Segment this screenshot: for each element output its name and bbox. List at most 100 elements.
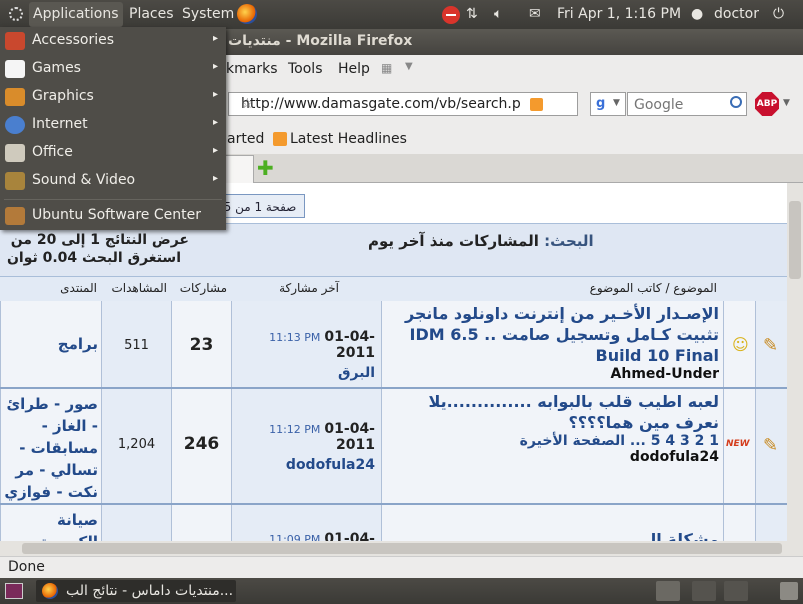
- bookmark-star-icon[interactable]: ☆: [241, 96, 527, 112]
- power-icon[interactable]: ⏻: [773, 6, 784, 22]
- page-indicator[interactable]: صفحة 1 من 5: [215, 194, 305, 218]
- url-bar[interactable]: http://www.damasgate.com/vb/search.p ☆: [228, 92, 578, 116]
- taskbar-firefox-window[interactable]: منتديات داماس - نتائج الب...: [36, 580, 236, 602]
- page-content: صفحة 1 من 5 البحث: المشاركات منذ آخر يوم…: [0, 183, 787, 541]
- last-post-cell: 11:09 PM01-04-2011: [231, 505, 381, 541]
- topic-author[interactable]: dodofula24: [386, 449, 719, 465]
- places-menu[interactable]: Places: [129, 6, 174, 22]
- col-last-post[interactable]: آخر مشاركة: [279, 281, 339, 295]
- col-views[interactable]: المشاهدات: [111, 281, 167, 295]
- user-name[interactable]: doctor: [714, 6, 759, 22]
- menu-bookmarks[interactable]: kmarks: [226, 61, 277, 77]
- table-row: مشكلة الـ ... 11:09 PM01-04-2011 صيانة ا…: [0, 505, 787, 541]
- topic-title-link[interactable]: مشكلة الـ ...: [386, 529, 719, 541]
- bookmark-getting-started[interactable]: arted: [227, 131, 264, 147]
- chevron-down-icon: ▼: [613, 98, 620, 108]
- firefox-launcher-icon[interactable]: [237, 4, 257, 24]
- status-text: Done: [8, 559, 45, 575]
- rss-feed-icon[interactable]: [530, 98, 543, 111]
- forum-name[interactable]: الكمبيوتر: [1, 531, 98, 541]
- last-post-user[interactable]: البرق: [232, 365, 375, 381]
- accessories-icon: [5, 32, 25, 50]
- applications-menu[interactable]: Applications: [29, 2, 123, 27]
- vertical-scroll-thumb[interactable]: [789, 201, 801, 279]
- forum-name[interactable]: نكت - فوازي: [1, 481, 98, 503]
- taskbar-window-label: منتديات داماس - نتائج الب...: [66, 583, 234, 599]
- network-icon[interactable]: ⇅: [466, 6, 478, 22]
- workspace-2[interactable]: [692, 581, 716, 601]
- row-icon-cell: ☺: [723, 301, 755, 387]
- bookmark-latest-headlines[interactable]: Latest Headlines: [290, 131, 407, 147]
- forum-name[interactable]: برامج: [0, 301, 101, 387]
- menu-item-label: Sound & Video: [32, 172, 136, 188]
- trash-icon[interactable]: [780, 582, 798, 600]
- search-input[interactable]: [632, 96, 726, 114]
- last-post-user[interactable]: dodofula24: [232, 457, 375, 473]
- row-status-cell: ✎: [755, 389, 787, 503]
- menu-tools[interactable]: Tools: [288, 61, 323, 77]
- last-post-date: 01-04-2011: [324, 421, 375, 453]
- forum-name[interactable]: صيانة: [1, 509, 98, 531]
- col-replies[interactable]: مشاركات: [180, 281, 227, 295]
- graphics-icon: [5, 88, 25, 106]
- topic-pages[interactable]: 1 2 3 4 5 ... الصفحة الأخيرة: [386, 433, 719, 449]
- search-box[interactable]: [627, 92, 747, 116]
- replies-count[interactable]: 23: [171, 301, 231, 387]
- volume-icon[interactable]: 🔈︎: [494, 6, 502, 22]
- last-post-cell: 11:13 PM 01-04-2011 البرق: [231, 301, 381, 387]
- google-icon: g: [596, 96, 606, 111]
- adblock-icon[interactable]: ABP: [755, 92, 779, 116]
- menu-extra-arrow-icon[interactable]: ▼: [405, 61, 413, 72]
- menu-item-software-center[interactable]: Ubuntu Software Center: [0, 202, 226, 230]
- views-count: 1,204: [101, 389, 171, 503]
- mail-icon[interactable]: ✉: [529, 6, 541, 22]
- horizontal-scroll-thumb[interactable]: [22, 543, 782, 554]
- topic-title-link[interactable]: الإصـدار الأخـير من إنترنت داونلود مانجر…: [386, 303, 719, 366]
- col-topic[interactable]: الموضوع / كاتب الموضوع: [590, 281, 717, 295]
- last-post-time: 11:12 PM: [269, 423, 321, 436]
- menu-item-accessories[interactable]: Accessories ▸: [0, 27, 226, 55]
- firefox-icon: [42, 583, 58, 599]
- topic-title-link[interactable]: لعبه اطيب قلب بالبوابه ..............يلا…: [386, 391, 719, 433]
- last-post-date: 01-04-2011: [324, 329, 375, 361]
- forum-name[interactable]: تسالي - مر: [1, 459, 98, 481]
- forum-name[interactable]: - الغاز -: [1, 415, 98, 437]
- search-engine-selector[interactable]: g ▼: [590, 92, 626, 116]
- menu-help[interactable]: Help: [338, 61, 370, 77]
- col-forum[interactable]: المنتدى: [60, 281, 97, 295]
- search-query-text: المشاركات منذ آخر يوم: [368, 232, 539, 250]
- menu-item-sound-video[interactable]: Sound & Video ▸: [0, 167, 226, 195]
- window-title: منتديات - Mozilla Firefox: [228, 33, 413, 49]
- replies-count[interactable]: 246: [171, 389, 231, 503]
- horizontal-scrollbar[interactable]: [0, 541, 803, 556]
- new-icon: NEW: [726, 439, 750, 449]
- topic-cell: مشكلة الـ ...: [381, 505, 723, 541]
- forum-name[interactable]: صور - طرائ: [1, 393, 98, 415]
- replies-count[interactable]: [171, 505, 231, 541]
- forum-name[interactable]: مسابقات -: [1, 437, 98, 459]
- software-center-icon: [5, 207, 25, 225]
- show-desktop-icon[interactable]: [5, 583, 23, 599]
- new-tab-icon[interactable]: ✚: [257, 158, 274, 178]
- workspace-3[interactable]: [724, 581, 748, 601]
- clock[interactable]: Fri Apr 1, 1:16 PM: [557, 6, 681, 22]
- search-icon[interactable]: [730, 96, 742, 108]
- adblock-menu-arrow-icon[interactable]: ▼: [783, 98, 790, 108]
- menu-item-internet[interactable]: Internet ▸: [0, 111, 226, 139]
- menu-item-graphics[interactable]: Graphics ▸: [0, 83, 226, 111]
- menu-item-games[interactable]: Games ▸: [0, 55, 226, 83]
- workspace-firefox-icon[interactable]: [656, 581, 680, 601]
- bottom-panel: منتديات داماس - نتائج الب...: [0, 578, 803, 604]
- system-menu[interactable]: System: [182, 6, 234, 22]
- menu-extra-icon[interactable]: ▦: [381, 61, 392, 75]
- notification-stop-icon[interactable]: [442, 6, 460, 24]
- games-icon: [5, 60, 25, 78]
- tab-active[interactable]: [224, 155, 254, 183]
- internet-icon: [5, 116, 25, 134]
- topic-author[interactable]: Ahmed-Under: [386, 366, 719, 382]
- submenu-arrow-icon: ▸: [213, 89, 219, 100]
- results-count: عرض النتائج 1 إلى 20 من: [10, 232, 189, 248]
- vertical-scrollbar[interactable]: [787, 183, 803, 541]
- submenu-arrow-icon: ▸: [213, 61, 219, 72]
- menu-item-office[interactable]: Office ▸: [0, 139, 226, 167]
